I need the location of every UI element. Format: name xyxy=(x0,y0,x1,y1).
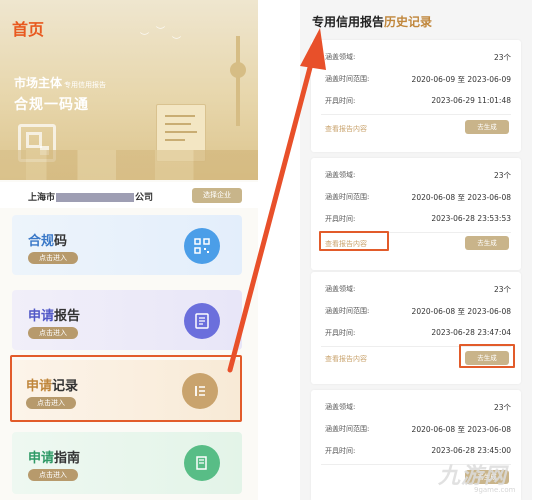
select-company-button[interactable]: 选择企业 xyxy=(192,188,242,203)
history-record-card: 涵盖领域: 23个 涵盖时间范围: 2020-06-08 至 2023-06-08 … xyxy=(311,158,521,270)
bird-icon: ︶ xyxy=(140,33,150,43)
view-report-link[interactable]: 查看报告内容 xyxy=(325,354,367,364)
record-time-range-row: 涵盖时间范围: 2020-06-08 至 2023-06-08 xyxy=(325,193,511,202)
history-record-card: 涵盖领域: 23个 涵盖时间范围: 2020-06-08 至 2023-06-08 … xyxy=(311,272,521,384)
menu-card-label: 申请报告 xyxy=(28,309,81,324)
guide-book-icon xyxy=(184,445,220,481)
hero-banner: 首页 ︶ ︶ ︶ 市场主体 专用信用报告 合规一码通 xyxy=(0,0,258,180)
record-time-range-row: 涵盖时间范围: 2020-06-08 至 2023-06-08 xyxy=(325,307,511,316)
bird-icon: ︶ xyxy=(172,37,182,47)
record-domains-row: 涵盖领域: 23个 xyxy=(325,171,511,180)
view-report-link[interactable]: 查看报告内容 xyxy=(325,239,367,249)
history-screen: 专用信用报告历史记录 涵盖领域: 23个 涵盖时间范围: 2020-06-09 至 … xyxy=(300,0,532,500)
enter-button[interactable]: 点击进入 xyxy=(28,252,78,264)
menu-card-label: 申请指南 xyxy=(28,451,81,466)
list-icon xyxy=(182,373,218,409)
record-domains-row: 涵盖领域: 23个 xyxy=(325,53,511,62)
record-time-range-row: 涵盖时间范围: 2020-06-08 至 2023-06-08 xyxy=(325,425,511,434)
qr-code-icon xyxy=(184,228,220,264)
generate-button[interactable]: 去生成 xyxy=(465,236,509,250)
company-name: 上海市 公司 xyxy=(28,193,154,203)
generate-button[interactable]: 去生成 xyxy=(465,351,509,365)
menu-card-apply-guide[interactable]: 申请指南 点击进入 xyxy=(12,432,242,494)
enter-button[interactable]: 点击进入 xyxy=(26,397,76,409)
watermark-url: 9game.com xyxy=(474,486,516,494)
history-page-title: 专用信用报告历史记录 xyxy=(312,15,433,29)
screenshot-stage: 首页 ︶ ︶ ︶ 市场主体 专用信用报告 合规一码通 上海市 公司 选择企业 合规码… xyxy=(0,0,540,500)
page-title: 首页 xyxy=(12,20,45,39)
menu-card-label: 申请记录 xyxy=(26,379,79,394)
home-screen: 首页 ︶ ︶ ︶ 市场主体 专用信用报告 合规一码通 上海市 公司 选择企业 合规码… xyxy=(0,0,258,500)
menu-card-apply-records[interactable]: 申请记录 点击进入 xyxy=(10,360,242,422)
record-time-range-row: 涵盖时间范围: 2020-06-09 至 2023-06-09 xyxy=(325,75,511,84)
redacted-company-name xyxy=(56,193,135,202)
record-open-time-row: 开具时间: 2023-06-29 11:01:48 xyxy=(325,96,511,105)
record-domains-row: 涵盖领域: 23个 xyxy=(325,285,511,294)
menu-card-compliance-code[interactable]: 合规码 点击进入 xyxy=(12,215,242,275)
generate-button[interactable]: 去生成 xyxy=(465,120,509,134)
history-record-card: 涵盖领域: 23个 涵盖时间范围: 2020-06-09 至 2023-06-09 … xyxy=(311,40,521,152)
company-selector-row: 上海市 公司 选择企业 xyxy=(0,182,258,208)
enter-button[interactable]: 点击进入 xyxy=(28,469,78,481)
tower-illustration xyxy=(230,36,246,126)
city-skyline-illustration xyxy=(0,150,258,180)
hero-subtitle: 市场主体 专用信用报告 xyxy=(14,76,107,90)
document-icon xyxy=(184,303,220,339)
record-open-time-row: 开具时间: 2023-06-28 23:47:04 xyxy=(325,328,511,337)
view-report-link[interactable]: 查看报告内容 xyxy=(325,124,367,134)
hero-main-title: 合规一码通 xyxy=(14,97,89,113)
record-open-time-row: 开具时间: 2023-06-28 23:45:00 xyxy=(325,446,511,455)
enter-button[interactable]: 点击进入 xyxy=(28,327,78,339)
record-domains-row: 涵盖领域: 23个 xyxy=(325,403,511,412)
menu-card-label: 合规码 xyxy=(28,234,68,249)
record-open-time-row: 开具时间: 2023-06-28 23:53:53 xyxy=(325,214,511,223)
bird-icon: ︶ xyxy=(156,27,166,37)
menu-card-apply-report[interactable]: 申请报告 点击进入 xyxy=(12,290,242,350)
